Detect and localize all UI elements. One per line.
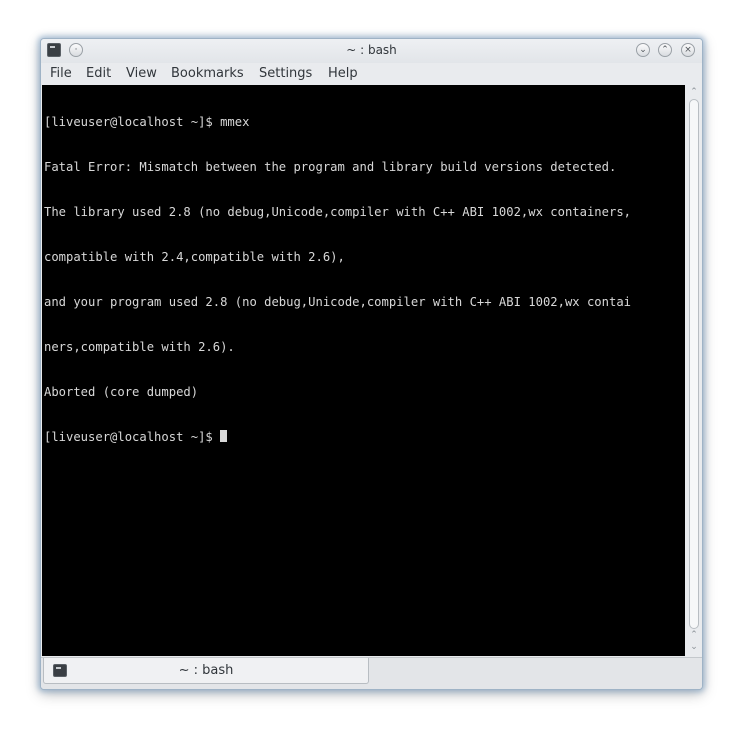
terminal-line: Fatal Error: Mismatch between the progra…	[44, 160, 617, 174]
chevron-up-icon[interactable]: ⌃	[658, 43, 672, 57]
scrollbar-track[interactable]	[689, 99, 699, 629]
scroll-up-arrow-icon[interactable]: ⌃	[688, 87, 700, 97]
terminal-line: and your program used 2.8 (no debug,Unic…	[44, 295, 631, 309]
text-cursor	[220, 430, 228, 442]
tab-bar: ~ : bash	[41, 657, 702, 689]
terminal-line: ners,compatible with 2.6).	[44, 340, 235, 354]
terminal-line: The library used 2.8 (no debug,Unicode,c…	[44, 205, 631, 219]
title-bar[interactable]: · ~ : bash ⌄ ⌃ ×	[41, 39, 702, 63]
menu-edit[interactable]: Edit	[86, 66, 111, 81]
terminal-output[interactable]: [liveuser@localhost ~]$ mmex Fatal Error…	[42, 85, 685, 656]
vertical-scrollbar[interactable]: ⌃ ⌃ ⌄	[686, 85, 702, 656]
terminal-line: compatible with 2.4,compatible with 2.6)…	[44, 250, 345, 264]
menu-help[interactable]: Help	[328, 66, 358, 81]
scroll-up-arrow-icon[interactable]: ⌃	[688, 630, 700, 640]
shell-prompt: [liveuser@localhost ~]$	[44, 430, 221, 444]
prompt-line: [liveuser@localhost ~]$	[44, 430, 685, 445]
tab-bash[interactable]: ~ : bash	[43, 658, 369, 684]
terminal-line: Aborted (core dumped)	[44, 385, 199, 399]
close-icon[interactable]: ×	[681, 43, 695, 57]
window-title: ~ : bash	[346, 43, 397, 57]
menu-view[interactable]: View	[126, 66, 157, 81]
chevron-down-icon[interactable]: ⌄	[636, 43, 650, 57]
menu-file[interactable]: File	[50, 66, 72, 81]
menu-bookmarks[interactable]: Bookmarks	[171, 66, 244, 81]
tab-label: ~ : bash	[178, 663, 234, 678]
terminal-line: [liveuser@localhost ~]$ mmex	[44, 115, 250, 129]
menu-bar: File Edit View Bookmarks Settings Help	[41, 63, 702, 85]
konsole-window: · ~ : bash ⌄ ⌃ × File Edit View Bookmark…	[40, 38, 703, 690]
scroll-down-arrow-icon[interactable]: ⌄	[688, 642, 700, 652]
menu-settings[interactable]: Settings	[259, 66, 312, 81]
